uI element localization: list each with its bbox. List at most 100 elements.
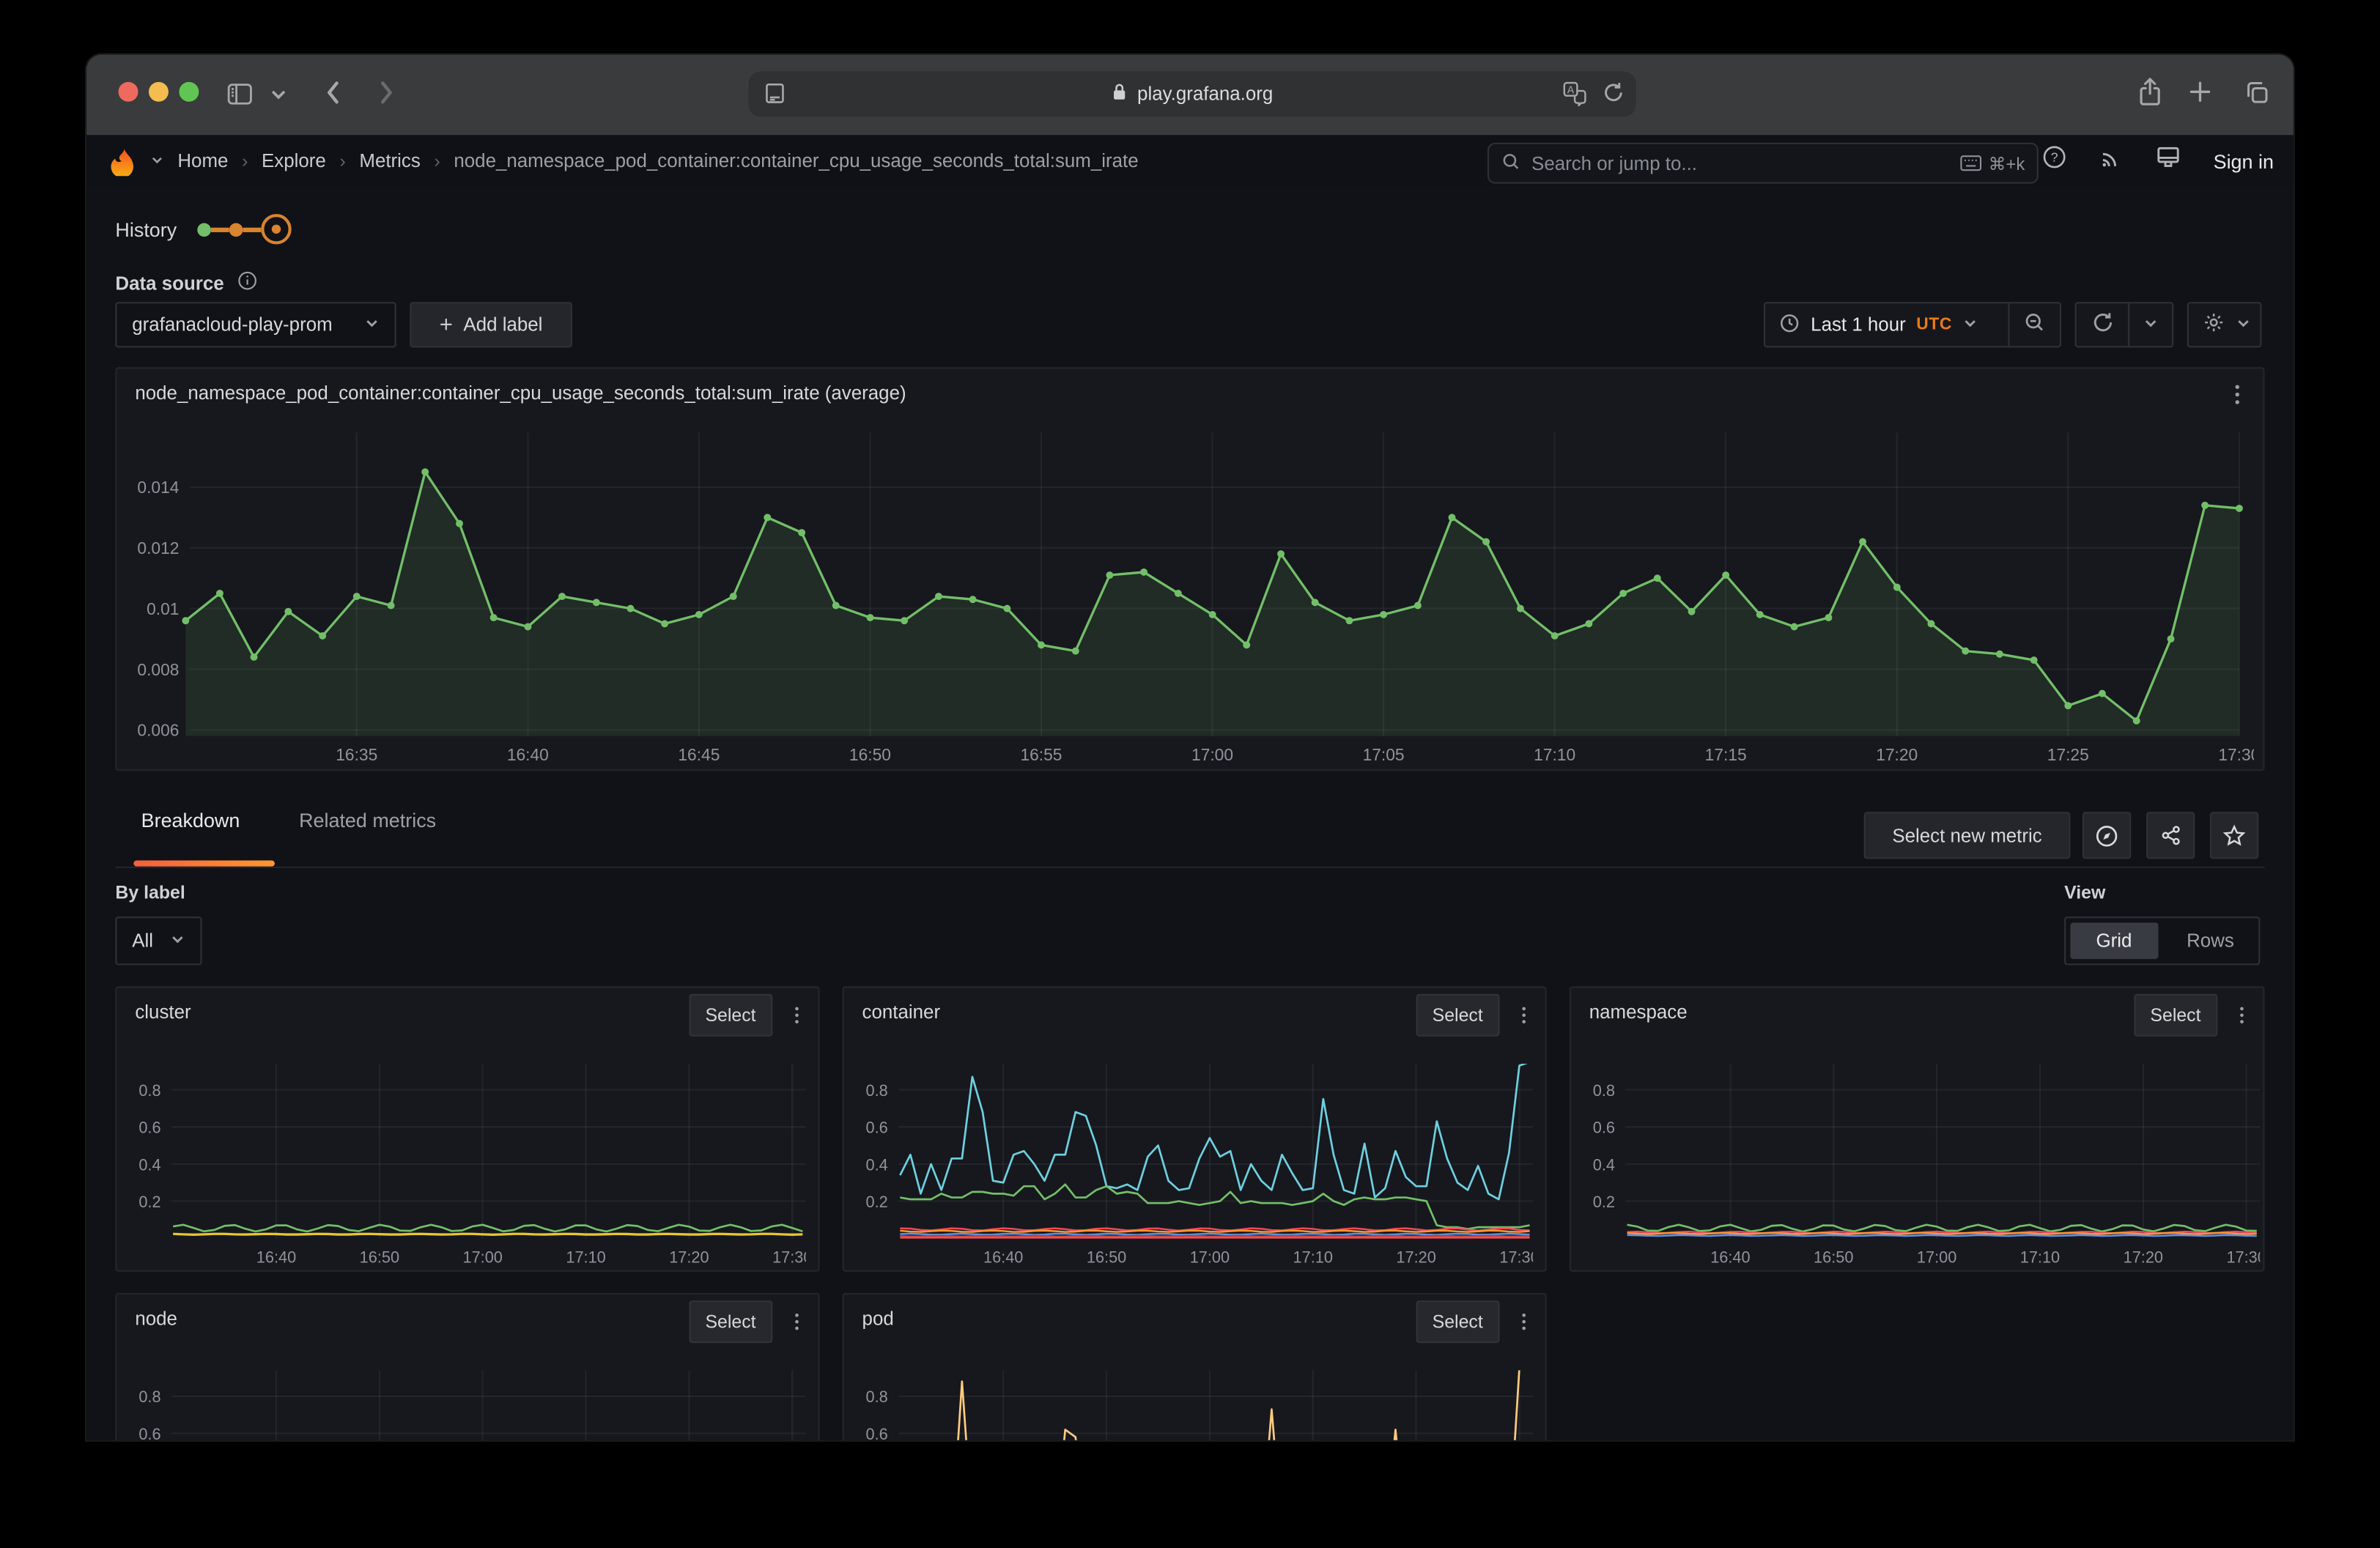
select-button[interactable]: Select xyxy=(1416,994,1500,1037)
svg-text:16:55: 16:55 xyxy=(1020,745,1062,764)
container-chart[interactable]: 16:4016:5017:0017:1017:2017:300.80.60.40… xyxy=(859,1064,1533,1273)
translate-icon[interactable]: A xyxy=(1562,81,1587,111)
breakdown-panel-namespace: namespace Select 16:4016:5017:0017:1017:… xyxy=(1570,986,2265,1271)
info-icon[interactable] xyxy=(236,270,257,296)
svg-text:17:15: 17:15 xyxy=(1705,745,1747,764)
svg-text:0.8: 0.8 xyxy=(138,1081,160,1100)
panel-title: cluster xyxy=(135,1001,191,1023)
svg-text:17:00: 17:00 xyxy=(1191,745,1233,764)
breadcrumb-metrics[interactable]: Metrics xyxy=(359,150,420,171)
svg-text:17:20: 17:20 xyxy=(2124,1248,2163,1266)
panel-menu-icon[interactable] xyxy=(1515,1004,1533,1033)
share-icon[interactable] xyxy=(2135,76,2164,108)
main-timeseries-chart[interactable]: 16:3516:4016:4516:5016:5517:0017:0517:10… xyxy=(129,432,2254,772)
explore-metrics-content: History Data source grafanacloud-play-pr… xyxy=(86,187,2294,1440)
svg-text:17:10: 17:10 xyxy=(566,1248,605,1266)
explain-compass-button[interactable] xyxy=(2082,812,2131,859)
history-step-icon[interactable] xyxy=(230,222,244,236)
select-button[interactable]: Select xyxy=(1416,1300,1500,1343)
panel-menu-icon[interactable] xyxy=(2233,1004,2251,1033)
svg-text:0.4: 0.4 xyxy=(866,1155,888,1174)
reader-mode-icon[interactable] xyxy=(762,81,788,111)
history-step-icon[interactable] xyxy=(198,222,212,236)
breadcrumb-home[interactable]: Home xyxy=(177,150,228,171)
refresh-button[interactable] xyxy=(2077,303,2128,346)
select-button[interactable]: Select xyxy=(2134,994,2218,1037)
svg-text:17:30: 17:30 xyxy=(2226,1248,2260,1266)
svg-text:0.012: 0.012 xyxy=(137,538,179,558)
tab-breakdown[interactable]: Breakdown xyxy=(141,809,240,832)
add-label-button[interactable]: + Add label xyxy=(410,302,572,347)
zoom-out-button[interactable] xyxy=(2008,303,2059,346)
traffic-light-zoom[interactable] xyxy=(179,82,199,102)
history-timeline[interactable] xyxy=(198,214,292,244)
svg-text:0.6: 0.6 xyxy=(1593,1119,1615,1137)
view-option-grid[interactable]: Grid xyxy=(2070,922,2157,959)
select-button[interactable]: Select xyxy=(689,1300,773,1343)
sign-in-button[interactable]: Sign in xyxy=(2214,149,2274,172)
select-button[interactable]: Select xyxy=(689,994,773,1037)
svg-text:0.2: 0.2 xyxy=(866,1193,888,1211)
grafana-nav: Home › Explore › Metrics › node_namespac… xyxy=(86,135,2294,188)
panel-menu-icon[interactable] xyxy=(788,1004,806,1033)
view-option-rows[interactable]: Rows xyxy=(2167,922,2254,959)
svg-text:17:20: 17:20 xyxy=(1876,745,1918,764)
svg-text:0.8: 0.8 xyxy=(866,1081,888,1100)
svg-text:17:10: 17:10 xyxy=(2020,1248,2060,1266)
traffic-light-minimize[interactable] xyxy=(149,82,169,102)
share-alt-icon xyxy=(2159,824,2182,847)
settings-button[interactable] xyxy=(2187,302,2261,347)
svg-text:17:20: 17:20 xyxy=(1396,1248,1435,1266)
help-icon[interactable]: ? xyxy=(2042,144,2068,178)
share-panel-button[interactable] xyxy=(2146,812,2195,859)
cluster-chart[interactable]: 16:4016:5017:0017:1017:2017:300.80.60.40… xyxy=(132,1064,806,1273)
svg-text:16:50: 16:50 xyxy=(360,1248,399,1266)
svg-text:A: A xyxy=(1567,84,1575,96)
pod-chart[interactable]: 16:4016:5017:0017:1017:2017:300.80.60.40… xyxy=(859,1370,1533,1440)
data-source-picker[interactable]: grafanacloud-play-prom xyxy=(115,302,396,347)
sidebar-chevron-icon[interactable] xyxy=(270,86,287,103)
news-rss-icon[interactable] xyxy=(2099,145,2124,177)
panel-menu-icon[interactable] xyxy=(788,1311,806,1340)
chevron-down-icon xyxy=(364,314,380,336)
bookmark-star-button[interactable] xyxy=(2210,812,2258,859)
refresh-icon xyxy=(2091,311,2113,338)
select-new-metric-button[interactable]: Select new metric xyxy=(1864,812,2071,859)
new-tab-icon[interactable] xyxy=(2187,79,2213,105)
screenshot-stage: play.grafana.org A xyxy=(0,0,2380,1548)
tab-overview-icon[interactable] xyxy=(2244,79,2271,106)
breadcrumb-separator: › xyxy=(242,150,248,171)
node-chart[interactable]: 16:4016:5017:0017:1017:2017:300.80.60.40… xyxy=(132,1370,806,1440)
org-switcher-chevron-icon[interactable] xyxy=(150,150,164,171)
tab-related-metrics[interactable]: Related metrics xyxy=(299,809,436,832)
by-label-select[interactable]: All xyxy=(115,916,202,965)
svg-text:16:40: 16:40 xyxy=(507,745,549,764)
svg-text:0.4: 0.4 xyxy=(138,1155,160,1174)
time-range-button[interactable]: Last 1 hour UTC xyxy=(1765,303,2008,346)
svg-text:0.8: 0.8 xyxy=(1593,1081,1615,1100)
grafana-logo-icon[interactable] xyxy=(108,147,136,175)
add-label-text: Add label xyxy=(463,314,542,336)
history-current-step-icon[interactable] xyxy=(262,214,292,244)
forward-button-icon[interactable] xyxy=(370,78,400,108)
plus-icon: + xyxy=(440,312,453,338)
search-placeholder: Search or jump to... xyxy=(1531,152,1949,174)
svg-text:0.6: 0.6 xyxy=(866,1119,888,1137)
svg-text:16:40: 16:40 xyxy=(983,1248,1023,1266)
traffic-light-close[interactable] xyxy=(119,82,138,102)
panel-menu-icon[interactable] xyxy=(1515,1311,1533,1340)
namespace-chart[interactable]: 16:4016:5017:0017:1017:2017:300.80.60.40… xyxy=(1586,1064,2261,1273)
svg-text:16:40: 16:40 xyxy=(256,1248,296,1266)
svg-text:0.8: 0.8 xyxy=(138,1388,160,1406)
screen-monitor-icon[interactable] xyxy=(2156,144,2181,178)
sidebar-toggle-icon[interactable] xyxy=(226,81,254,108)
by-label-value: All xyxy=(132,930,155,952)
back-button-icon[interactable] xyxy=(319,78,349,108)
panel-menu-icon[interactable] xyxy=(2227,382,2248,414)
reload-icon[interactable] xyxy=(1601,81,1625,111)
refresh-interval-dropdown[interactable] xyxy=(2128,303,2172,346)
breadcrumb-explore[interactable]: Explore xyxy=(262,150,326,171)
data-source-label: Data source xyxy=(115,273,223,294)
search-input[interactable]: Search or jump to... ⌘+k xyxy=(1488,143,2039,184)
url-bar[interactable]: play.grafana.org A xyxy=(747,70,1638,118)
